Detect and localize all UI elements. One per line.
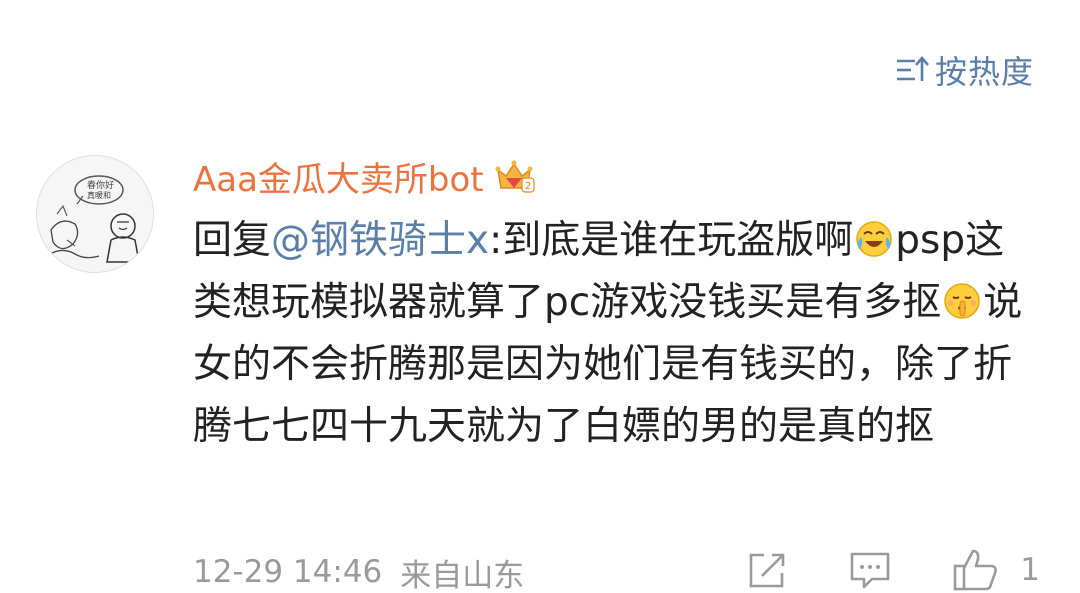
vip-crown-badge-icon: 2 (495, 160, 535, 193)
avatar-sketch-image: 春你好 真暖和 (37, 156, 153, 272)
comment-actions: 1 (686, 544, 1040, 593)
mention-link[interactable]: @钢铁骑士x (271, 218, 489, 263)
reply-prefix: 回复 (193, 218, 272, 263)
location-source: 来自山东 (400, 557, 525, 593)
sort-label: 按热度 (934, 53, 1034, 91)
like-button[interactable]: 1 (952, 547, 1040, 593)
share-button[interactable] (746, 550, 788, 590)
svg-text:春你好: 春你好 (87, 179, 114, 191)
comment-meta: 12-29 14:46 来自山东 (193, 548, 524, 593)
shush-emoji-icon (944, 283, 980, 319)
sort-icon (896, 56, 929, 81)
avatar[interactable]: 春你好 真暖和 (36, 155, 154, 273)
thumbs-up-icon (953, 549, 998, 591)
comment-header: Aaa金瓜大卖所bot 2 (193, 148, 1053, 204)
comment-text: 回复@钢铁骑士x:到底是谁在玩盗版啊 psp这类想玩模拟器就算了pc游戏没钱买是… (193, 210, 1043, 458)
comment-item: Aaa金瓜大卖所bot 2 回复@钢铁骑士x:到底是谁在玩盗版啊 psp这类想玩… (193, 148, 1053, 458)
sort-by-hotness-button[interactable]: 按热度 (895, 48, 1034, 92)
like-count: 1 (1020, 552, 1040, 588)
comment-button[interactable] (848, 549, 892, 591)
svg-text:2: 2 (524, 181, 530, 192)
username-link[interactable]: Aaa金瓜大卖所bot (193, 152, 484, 201)
share-icon (749, 553, 785, 588)
timestamp: 12-29 14:46 (193, 554, 383, 590)
svg-text:真暖和: 真暖和 (87, 190, 111, 200)
laughing-crying-emoji-icon (856, 221, 892, 257)
comment-text-part-1: :到底是谁在玩盗版啊 (489, 218, 854, 263)
comment-icon (850, 552, 890, 589)
